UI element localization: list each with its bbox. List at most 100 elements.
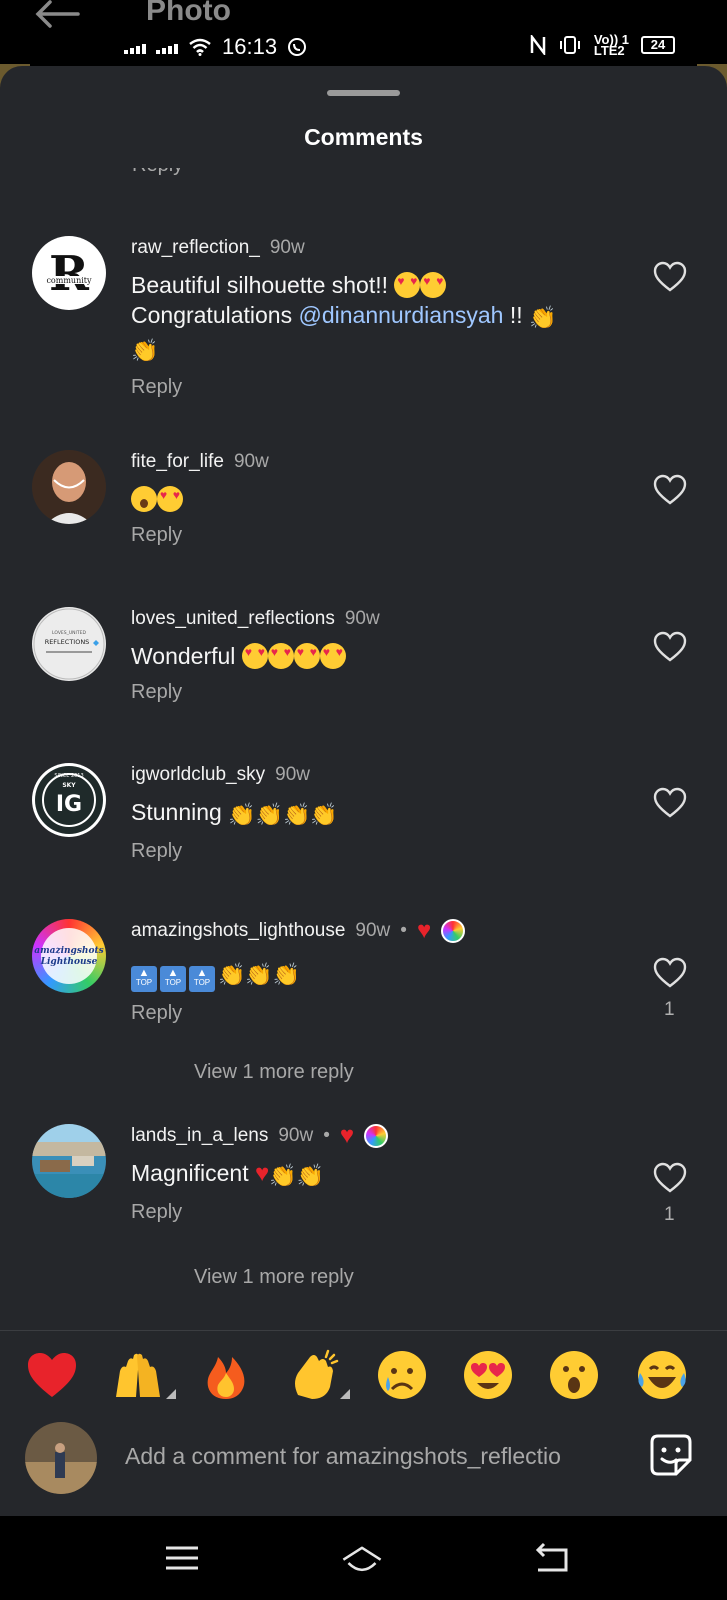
fire-reaction[interactable] [198,1347,254,1403]
amazingshots-logo: amazingshots Lighthouse [34,928,104,984]
comments-sheet: Comments Reply R community raw_reflectio… [0,66,727,1516]
avatar[interactable]: R community [32,236,106,310]
menu-icon[interactable] [160,1538,204,1578]
heart-eyes-face-reaction[interactable] [460,1347,516,1403]
comment-header: igworldclub_sky 90w [131,763,611,787]
mention-link[interactable]: @dinannurdiansyah [299,302,504,328]
author-liked-heart-icon: ♥ [416,917,432,944]
separator-dot: • [323,1125,330,1146]
cut-off-reply-label: Reply [132,168,183,176]
like-heart-icon[interactable] [653,261,687,293]
more-options-indicator [166,1389,176,1399]
astonished-face-reaction[interactable] [546,1347,602,1403]
comment-input[interactable] [125,1436,620,1476]
network-type: Vo)) 1 LTE2 [594,33,629,57]
astonished-face-emoji [131,486,157,512]
timestamp: 90w [269,237,305,258]
username[interactable]: amazingshots_lighthouse [131,920,345,942]
comment-text-content: Magnificent [131,1160,249,1186]
red-heart-emoji: ♥ [255,1160,270,1187]
username[interactable]: fite_for_life [131,451,224,473]
username[interactable]: lands_in_a_lens [131,1125,268,1147]
header-title: Photo [146,0,231,27]
comment-text-suffix: !! [509,302,523,328]
ig-letters: IG [56,792,82,817]
my-avatar [25,1422,97,1494]
like-heart-icon[interactable] [653,631,687,663]
reply-button[interactable]: Reply [131,1002,611,1025]
author-liked-heart-icon: ♥ [339,1122,355,1149]
igworldclub-logo: SINCE 2013 SKY IG [35,766,103,834]
back-arrow-icon[interactable] [34,0,80,30]
avatar-photo [32,1142,106,1198]
raised-hands-reaction[interactable] [110,1347,166,1403]
heart-eyes-emoji [293,643,320,669]
raw-community-logo: R community [46,246,92,302]
author-avatar-mini [441,919,466,943]
comment-body: fite_for_life 90w Reply [131,450,611,547]
avatar[interactable]: SINCE 2013 SKY IG [32,763,106,837]
comment-text-content: Stunning [131,799,222,825]
comment-text: Wonderful [131,641,611,671]
like-heart-icon[interactable] [653,957,687,989]
comment-header: raw_reflection_ 90w [131,236,611,260]
clapping-hands-emoji: 👏👏👏 [218,962,301,987]
heart-eyes-emoji [157,486,183,512]
status-bar: Photo 16:13 Vo)) 1 LTE2 24 [0,0,727,66]
raw-word: community [46,276,92,285]
comment-header: amazingshots_lighthouse 90w • ♥ [131,917,611,944]
avatar[interactable]: amazingshots Lighthouse [32,919,106,993]
comment-input-row [0,1416,727,1516]
comment-text [131,484,611,514]
clapping-hands-emoji: 👏👏👏👏 [228,802,338,827]
like-heart-icon[interactable] [653,474,687,506]
comment-body: igworldclub_sky 90w Stunning 👏👏👏👏 Reply [131,763,611,863]
like-heart-icon[interactable] [653,787,687,819]
status-left: 16:13 [124,34,307,60]
reply-button[interactable]: Reply [131,840,611,863]
heart-reaction[interactable] [24,1347,80,1403]
comment-text-line2: Congratulations [131,302,293,328]
username[interactable]: igworldclub_sky [131,764,265,786]
comment-text: Stunning 👏👏👏👏 [131,797,611,830]
loves-united-logo: LOVES_UNITED REFLECTIONS [33,608,105,680]
top-arrow-emoji: TOP [160,956,186,992]
drag-handle[interactable] [327,90,400,96]
clapping-hands-emoji: 👏 [529,305,557,330]
author-avatar-mini [364,1124,389,1148]
heart-eyes-emoji [241,643,268,669]
timestamp: 90w [233,451,269,472]
heart-eyes-emoji [267,643,294,669]
username[interactable]: loves_united_reflections [131,608,335,630]
system-nav-bar [0,1516,727,1600]
reply-button[interactable]: Reply [131,681,611,704]
view-more-replies[interactable]: View 1 more reply [194,1061,354,1084]
avatar[interactable] [32,450,106,524]
tears-of-joy-face-reaction[interactable] [634,1347,690,1403]
heart-eyes-emoji [319,643,346,669]
view-more-replies[interactable]: View 1 more reply [194,1266,354,1289]
heart-eyes-emoji [394,272,421,298]
reply-button[interactable]: Reply [131,524,611,547]
timestamp: 90w [278,1125,314,1146]
comment-text-line1: Beautiful silhouette shot!! [131,272,388,298]
avatar[interactable]: LOVES_UNITED REFLECTIONS [32,607,106,681]
signal-icon-2 [156,40,178,54]
reply-button[interactable]: Reply [131,376,611,399]
comment-text-content: Wonderful [131,643,236,669]
crying-face-reaction[interactable] [374,1347,430,1403]
sticker-icon[interactable] [648,1432,694,1478]
amazing-line2: Lighthouse [40,957,98,967]
avatar[interactable] [32,1124,106,1198]
clapping-hands-reaction[interactable] [286,1347,342,1403]
home-icon[interactable] [340,1538,384,1578]
comment-header: fite_for_life 90w [131,450,611,474]
username[interactable]: raw_reflection_ [131,237,260,259]
reply-button[interactable]: Reply [131,1201,611,1224]
back-icon[interactable] [530,1538,574,1578]
like-count: 1 [664,999,675,1020]
nfc-icon [530,35,546,55]
top-arrow-emoji: TOP [131,956,157,992]
like-heart-icon[interactable] [653,1162,687,1194]
comment-body: amazingshots_lighthouse 90w • ♥ TOPTOPTO… [131,917,611,1025]
